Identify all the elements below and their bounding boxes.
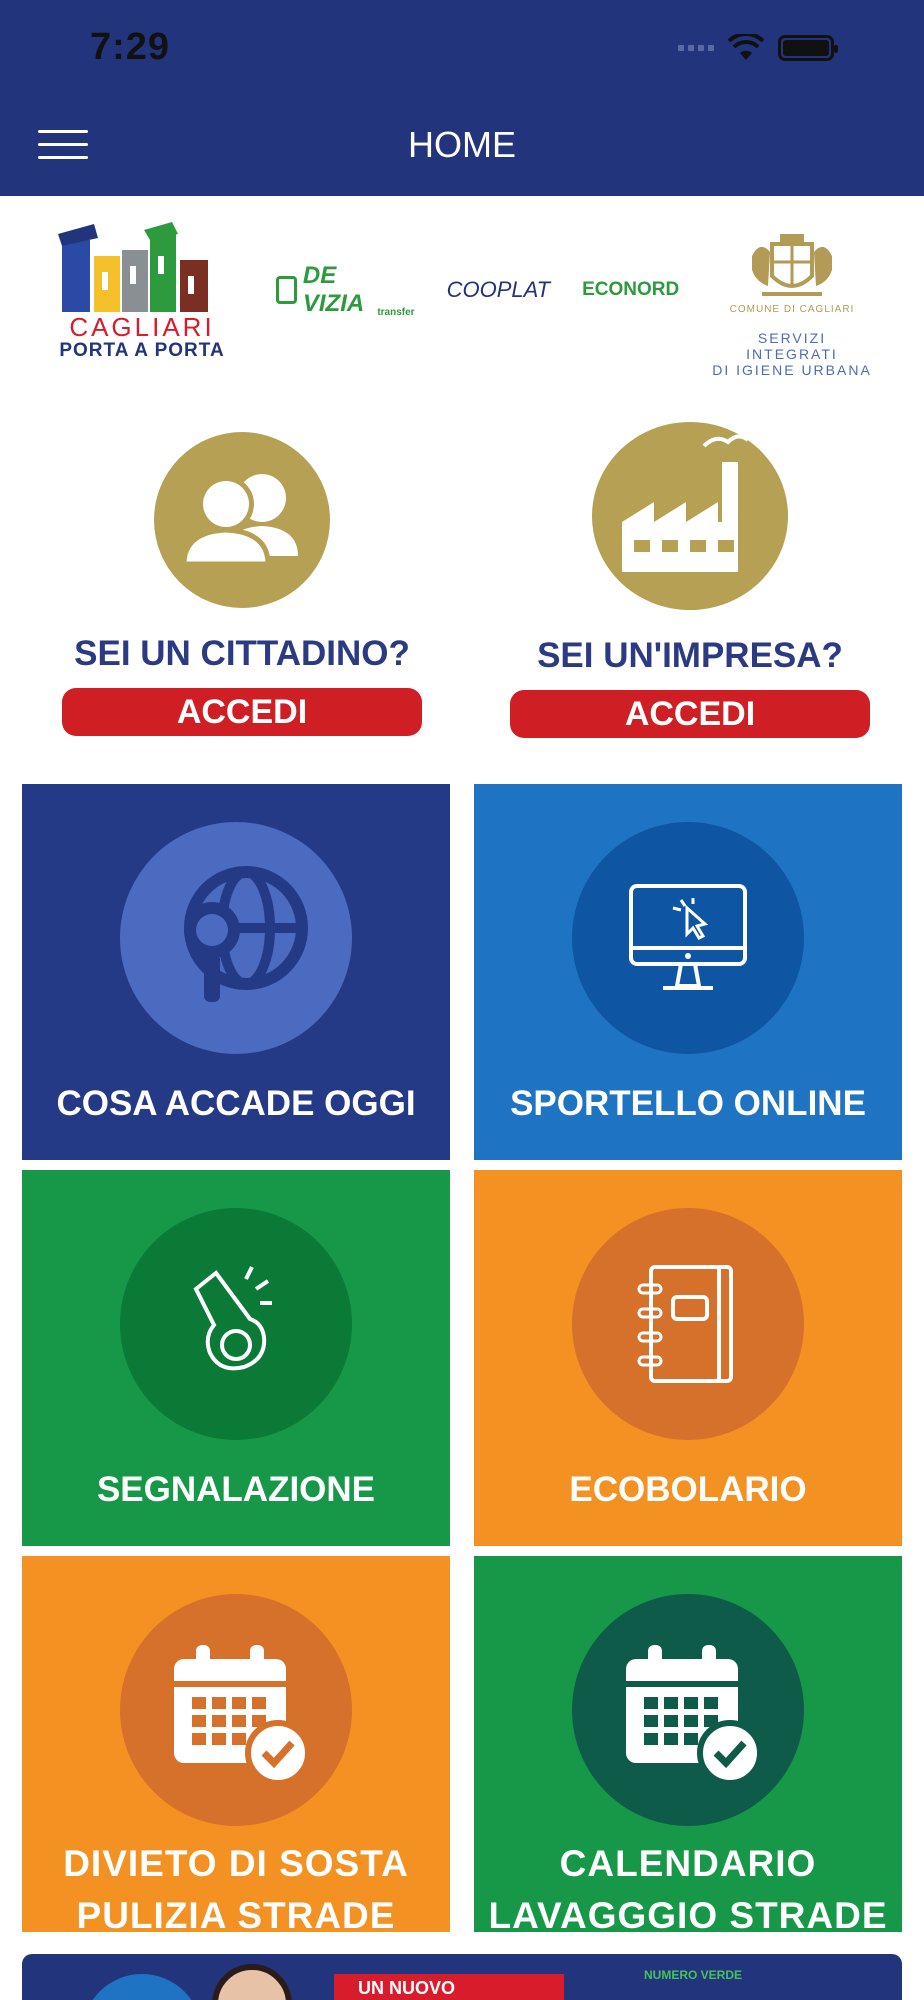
banner-red-text: UN NUOVO [334, 1974, 564, 2000]
calendar-check-icon [120, 1594, 352, 1826]
app-header: 7:29 HOME [0, 0, 924, 196]
banner-circle [82, 1974, 202, 2000]
wifi-icon [728, 34, 764, 60]
people-icon [154, 432, 330, 608]
tile-label-line2: PULIZIA STRADE [76, 1895, 396, 1936]
de-vizia-text: DE VIZIA [302, 262, 365, 317]
signal-icon [678, 45, 714, 51]
comune-services-line2: DI IGIENE URBANA [712, 362, 872, 378]
tile-calendario-lavaggio-strade[interactable]: CALENDARIO LAVAGGGIO STRADE [474, 1556, 902, 1936]
impresa-login-button[interactable]: ACCEDI [510, 690, 870, 738]
de-vizia-sub: transfer [377, 307, 415, 318]
coat-of-arms-icon [752, 234, 832, 296]
comune-label: COMUNE DI CAGLIARI [729, 304, 855, 315]
globe-search-icon [120, 822, 352, 1054]
whistle-icon [120, 1208, 352, 1440]
tile-label: DIVIETO DI SOSTA PULIZIA STRADE [22, 1838, 450, 1942]
impresa-question: SEI UN'IMPRESA? [537, 636, 843, 675]
tile-label: SEGNALAZIONE [96, 1470, 376, 1509]
comune-services: SERVIZI INTEGRATI DI IGIENE URBANA [712, 330, 872, 378]
tile-divieto-di-sosta[interactable]: DIVIETO DI SOSTA PULIZIA STRADE [22, 1556, 450, 1936]
status-time: 7:29 [90, 26, 171, 68]
tile-label: SPORTELLO ONLINE [510, 1084, 866, 1123]
calendar-check-icon [572, 1594, 804, 1826]
tile-label-line2: LAVAGGGIO STRADE [488, 1895, 888, 1936]
tile-sportello-online[interactable]: SPORTELLO ONLINE [474, 784, 902, 1160]
comune-di-cagliari-logo: COMUNE DI CAGLIARI SERVIZI INTEGRATI DI … [712, 226, 872, 378]
tile-label-line1: DIVIETO DI SOSTA [63, 1843, 409, 1884]
tile-label: COSA ACCADE OGGI [56, 1084, 416, 1123]
computer-cursor-icon [572, 822, 804, 1054]
tile-label: CALENDARIO LAVAGGGIO STRADE [474, 1838, 902, 1942]
status-icons [678, 34, 838, 62]
cittadino-question: SEI UN CITTADINO? [74, 634, 410, 673]
tile-label-line1: CALENDARIO [559, 1843, 817, 1884]
tile-cosa-accade-oggi[interactable]: COSA ACCADE OGGI [22, 784, 450, 1160]
de-vizia-mark-icon [276, 276, 297, 304]
logos-bar: CAGLIARI PORTA A PORTA DE VIZIA transfer… [0, 196, 924, 386]
banner-green-text: NUMERO VERDE [644, 1968, 743, 1982]
partner-logos: DE VIZIA transfer COOPLAT ECONORD [276, 262, 680, 318]
notebook-icon [572, 1208, 804, 1440]
cittadino-section: SEI UN CITTADINO? ACCEDI [52, 420, 432, 736]
banner-person-image [212, 1964, 292, 2000]
de-vizia-logo: DE VIZIA transfer [276, 262, 415, 318]
promo-banner[interactable]: UN NUOVO NUMERO VERDE [22, 1954, 902, 2000]
battery-icon [778, 35, 838, 61]
cagliari-logo-subtitle: PORTA A PORTA [59, 340, 225, 361]
cagliari-logo-title: CAGLIARI [69, 312, 215, 342]
page-title: HOME [408, 124, 516, 165]
tile-label: ECOBOLARIO [569, 1470, 807, 1509]
cagliari-porta-a-porta-logo: CAGLIARI PORTA A PORTA [52, 220, 232, 361]
cittadino-login-button[interactable]: ACCEDI [62, 688, 422, 736]
econord-logo: ECONORD [582, 279, 680, 300]
cooplat-logo: COOPLAT [446, 277, 551, 302]
impresa-section: SEI UN'IMPRESA? ACCEDI [500, 420, 880, 738]
tile-segnalazione[interactable]: SEGNALAZIONE [22, 1170, 450, 1546]
factory-icon [592, 422, 788, 610]
comune-services-line1: SERVIZI INTEGRATI [746, 330, 838, 362]
tile-ecobolario[interactable]: ECOBOLARIO [474, 1170, 902, 1546]
